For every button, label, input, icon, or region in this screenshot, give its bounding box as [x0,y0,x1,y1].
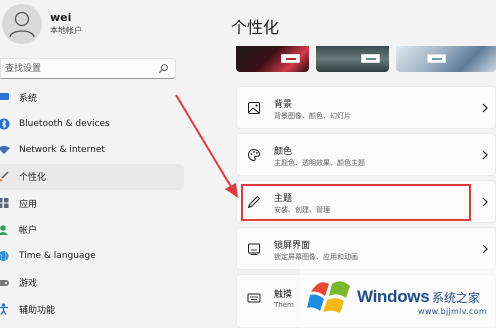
sidebar-item-label: 辅助功能 [19,305,56,316]
globe-icon [0,251,9,261]
keyboard-icon [247,293,261,303]
apps-icon [0,198,9,208]
search-icon[interactable] [158,63,169,74]
thumbnail-taskbar [427,54,446,63]
gaming-icon [0,279,9,286]
thumbnail-taskbar [361,54,380,63]
highlight-box [241,184,471,221]
page-title: 个性化 [231,18,280,37]
thumbnail-taskbar [281,54,300,63]
card-subtitle: 主题色、透明效果、颜色主题 [274,159,365,167]
search-input[interactable] [5,62,155,76]
accessibility-icon [0,303,8,315]
theme-thumbnail[interactable] [396,46,496,72]
sidebar-item-label: 系统 [19,93,38,104]
sidebar-item-label: 游戏 [19,279,38,290]
card-subtitle: Them [274,301,294,309]
sidebar-item-gaming[interactable]: 游戏 [0,270,184,297]
card-title: 锁屏界面 [274,241,311,251]
account-icon [0,224,8,235]
sidebar-item-time-language[interactable]: Time & language [0,243,184,270]
setting-card-background[interactable]: 背景 背景图像、颜色、幻灯片 [236,86,496,129]
sidebar-item-label: 个性化 [19,173,47,184]
watermark-url: www.bjjmlv.com [418,307,487,316]
sidebar-item-label: Bluetooth & devices [19,118,110,129]
sidebar-item-personalization[interactable]: 个性化 [0,163,184,190]
setting-card-colors[interactable]: 颜色 主题色、透明效果、颜色主题 [236,133,496,176]
card-subtitle: 锁定屏幕图像、应用和动画 [274,253,358,261]
user-avatar-icon [9,11,35,38]
sidebar-item-label: Network & internet [19,145,105,156]
bluetooth-icon [0,118,10,129]
chevron-right-icon [482,150,488,160]
chevron-right-icon [482,197,488,207]
card-title: 颜色 [274,147,293,157]
card-title: 背景 [274,100,293,110]
chevron-right-icon [482,103,488,113]
sidebar-item-label: 帐户 [19,226,38,237]
theme-thumbnail[interactable] [316,46,389,72]
theme-thumbnails [236,46,496,72]
sidebar-item-label: 应用 [19,199,38,210]
brush-icon [0,170,9,182]
chevron-right-icon [482,244,488,254]
account-type: 本地帐户 [50,26,82,35]
watermark-site-name: 系统之家 [432,291,481,305]
sidebar-item-apps[interactable]: 应用 [0,190,184,217]
system-icon [0,93,9,100]
search-box[interactable] [0,58,176,79]
theme-thumbnail[interactable] [236,46,309,72]
image-icon [248,102,260,114]
card-subtitle: 背景图像、颜色、幻灯片 [274,112,351,120]
user-name: wei [50,11,72,24]
network-icon [0,146,10,154]
watermark-brand: Windows [357,287,430,306]
windows-logo-icon [307,281,350,313]
nav-list: 系统 Bluetooth & devices Network & interne… [0,84,200,323]
sidebar-item-label: Time & language [19,251,96,262]
lockscreen-icon [248,243,260,255]
card-title: 触摸 [274,290,293,300]
sidebar-item-accounts[interactable]: 帐户 [0,217,184,244]
avatar[interactable] [2,4,42,44]
sidebar: wei 本地帐户 系统 Bluetooth & devices Netwo [0,0,200,328]
sidebar-item-bluetooth[interactable]: Bluetooth & devices [0,111,184,138]
sidebar-item-system[interactable]: 系统 [0,84,184,111]
palette-icon [247,148,261,162]
sidebar-item-network[interactable]: Network & internet [0,137,184,164]
sidebar-item-accessibility[interactable]: 辅助功能 [0,296,184,323]
